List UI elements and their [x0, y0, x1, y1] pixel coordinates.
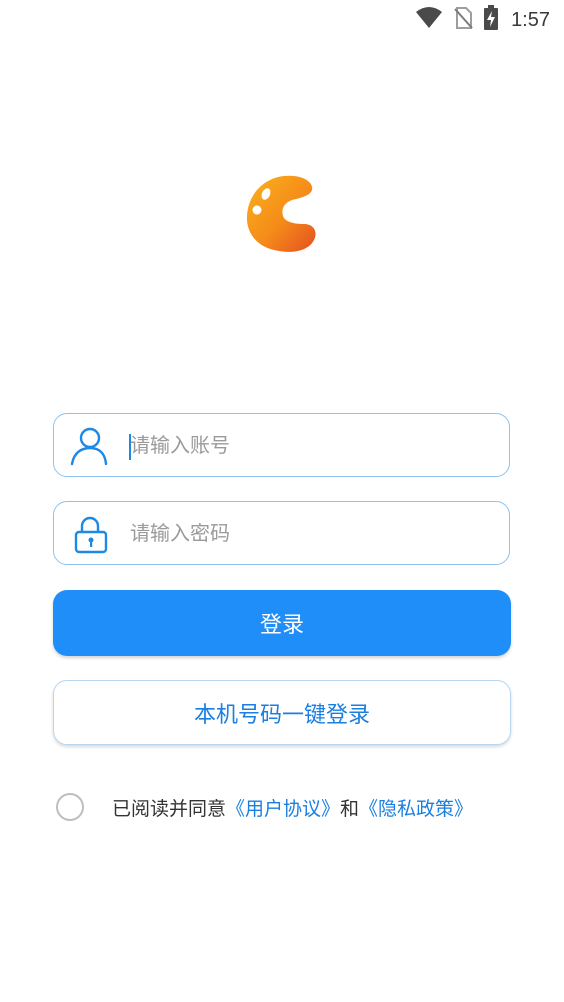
one-click-login-button[interactable]: 本机号码一键登录: [53, 680, 511, 745]
agreement-row: 已阅读并同意 《用户协议》 和 《隐私政策》: [56, 790, 473, 824]
status-icons: 1:57: [415, 5, 550, 35]
battery-charging-icon: [483, 5, 499, 35]
account-field[interactable]: [53, 413, 510, 477]
user-icon: [68, 426, 108, 466]
wifi-icon: [415, 6, 443, 34]
status-time: 1:57: [511, 8, 550, 31]
privacy-policy-link[interactable]: 《隐私政策》: [359, 794, 473, 821]
status-bar: 1:57: [0, 0, 564, 40]
agreement-conjunction: 和: [340, 797, 360, 820]
login-button[interactable]: 登录: [53, 590, 511, 656]
lock-icon: [68, 514, 108, 554]
password-input[interactable]: [130, 502, 490, 564]
no-sim-icon: [453, 6, 473, 34]
password-field[interactable]: [53, 501, 510, 565]
agreement-prefix: 已阅读并同意: [112, 797, 227, 820]
app-logo-icon: [244, 174, 318, 254]
agreement-checkbox[interactable]: [56, 793, 84, 821]
account-input[interactable]: [130, 414, 490, 476]
user-agreement-link[interactable]: 《用户协议》: [226, 794, 340, 821]
